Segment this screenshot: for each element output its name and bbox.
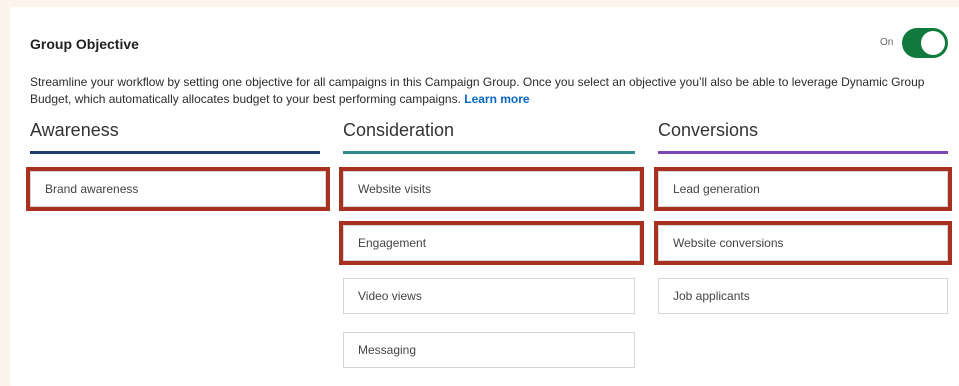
option-video-views[interactable]: Video views bbox=[343, 278, 635, 314]
page-title: Group Objective bbox=[30, 36, 139, 52]
column-awareness: Awareness Brand awareness bbox=[26, 120, 330, 211]
column-heading-conversions: Conversions bbox=[658, 120, 759, 140]
consideration-accent-bar bbox=[343, 151, 635, 154]
column-heading-consideration: Consideration bbox=[343, 120, 455, 140]
description: Streamline your workflow by setting one … bbox=[30, 74, 945, 108]
option-lead-generation[interactable]: Lead generation bbox=[654, 167, 952, 211]
option-job-applicants[interactable]: Job applicants bbox=[658, 278, 948, 314]
conversions-accent-bar bbox=[658, 151, 948, 154]
column-heading-awareness: Awareness bbox=[30, 120, 119, 140]
toggle-switch[interactable] bbox=[902, 28, 948, 58]
option-website-conversions[interactable]: Website conversions bbox=[654, 221, 952, 265]
toggle-state-label: On bbox=[880, 37, 894, 48]
column-consideration: Consideration Website visits Engagement … bbox=[339, 120, 644, 368]
column-conversions: Conversions Lead generation Website conv… bbox=[654, 120, 952, 314]
option-engagement[interactable]: Engagement bbox=[339, 221, 644, 265]
option-messaging[interactable]: Messaging bbox=[343, 332, 635, 368]
option-website-visits[interactable]: Website visits bbox=[339, 167, 644, 211]
toggle-knob[interactable] bbox=[921, 31, 945, 55]
awareness-accent-bar bbox=[30, 151, 320, 154]
option-brand-awareness[interactable]: Brand awareness bbox=[26, 167, 330, 211]
learn-more-link[interactable]: Learn more bbox=[464, 92, 529, 106]
